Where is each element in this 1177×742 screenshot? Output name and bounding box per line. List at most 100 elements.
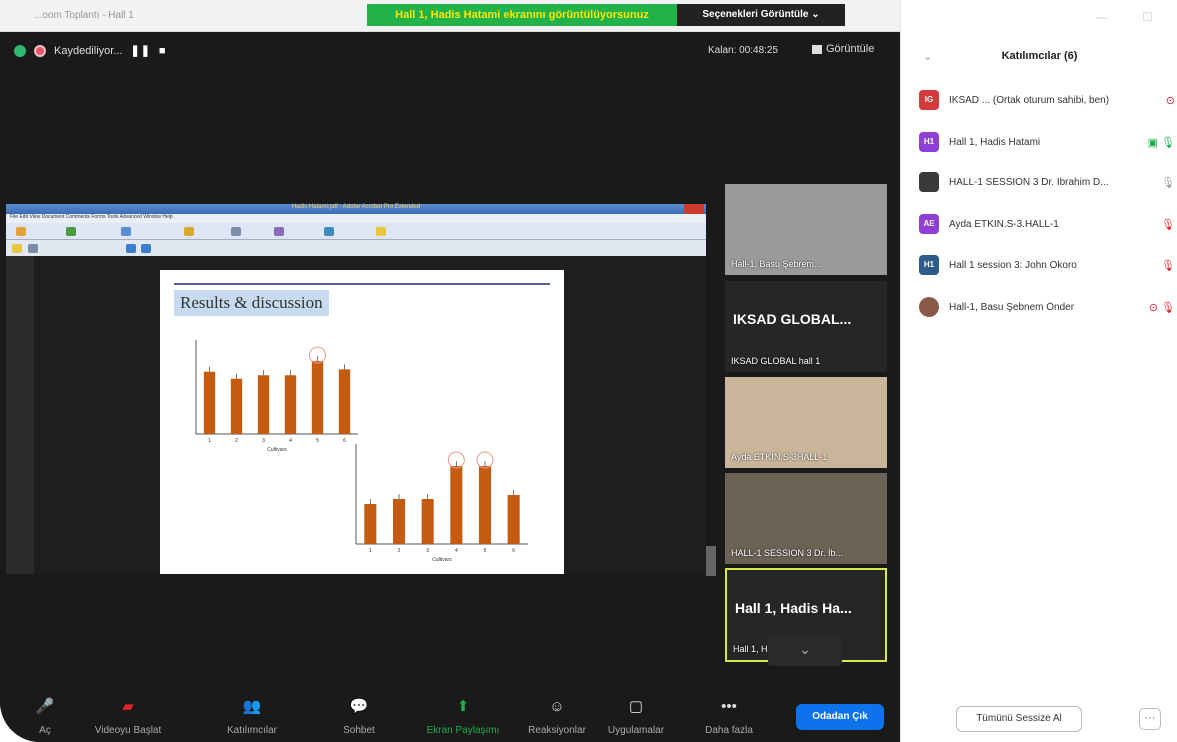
tick-label: 2 (398, 548, 401, 554)
presentation-slide: Results & discussion 1 2 3 4 5 6 Cultivars 1 2 3… (160, 270, 564, 574)
avatar (919, 297, 939, 317)
reactions-button[interactable]: ☺ Reaksiyonlar (512, 697, 602, 736)
more-options-button[interactable]: ··· (1139, 708, 1161, 730)
participant-row[interactable]: AE Ayda ETKİN.S-3.HALL-1 🎙 (919, 212, 1175, 236)
video-tile[interactable]: IKSAD GLOBAL... IKSAD GLOBAL hall 1 (725, 281, 887, 372)
share-screen-icon: ⬆ (456, 698, 470, 715)
panel-title: Katılımcılar (6) (1001, 50, 1078, 62)
avatar: IG (919, 90, 939, 110)
pause-recording-button[interactable]: ❚❚ (130, 44, 150, 57)
bar (230, 378, 243, 434)
participant-row[interactable]: H1 Hall 1, Hadis Hatami ▣ 🎙 (919, 130, 1175, 154)
x-axis-label: Cultivars (432, 557, 452, 563)
meeting-toolbar: 🎤 Aç ▰ Videoyu Başlat 👥 Katılımcılar 💬 Sohbe… (0, 687, 900, 742)
avatar (919, 172, 939, 192)
participant-row[interactable]: HALL-1 SESSION 3 Dr. İbrahim D... 🎙 (919, 170, 1175, 194)
open-folder-icon (12, 244, 22, 253)
stop-recording-button[interactable]: ■ (159, 45, 167, 57)
tick-label: 3 (262, 438, 265, 444)
bar-chart-2: 1 2 3 4 5 6 Cultivars (355, 444, 528, 563)
zoom-window: ...oom Toplantı - Hall 1 Hall 1, Hadis H… (0, 0, 1177, 742)
tile-name: Hall-1, Basu Şebrem... (731, 259, 822, 269)
start-video-button[interactable]: ▰ Videoyu Başlat (83, 697, 173, 736)
shared-screen: Hadis Hatami.pdf - Adobe Acrobat Pro Ext… (6, 204, 716, 576)
unmute-button[interactable]: 🎤 Aç (0, 697, 90, 736)
muted-mic-icon: 🎙 (1161, 218, 1175, 231)
view-button[interactable]: Görüntüle (812, 43, 874, 55)
view-options-button[interactable]: Seçenekleri Görüntüle ⌄ (677, 4, 845, 26)
leave-meeting-button[interactable]: Odadan Çık (796, 704, 884, 730)
muted-mic-icon: 🎤 (35, 698, 55, 715)
panel-resize-handle (706, 546, 716, 576)
window-title: ...oom Toplantı - Hall 1 (34, 10, 134, 21)
prev-page-icon (126, 244, 136, 253)
grid-view-icon (812, 44, 822, 54)
participant-name: Hall-1, Basu Şebnem Önder (949, 301, 1075, 313)
tool-label: Videoyu Başlat (94, 725, 162, 736)
mic-icon: 🎙 (1161, 176, 1175, 189)
apps-icon: ▢ (628, 698, 644, 715)
more-icon: ••• (721, 698, 737, 715)
view-button-label: Görüntüle (826, 43, 875, 55)
acrobat-toolbar (6, 223, 706, 240)
chat-icon: 💬 (349, 698, 369, 715)
acrobat-title-bar: Hadis Hatami.pdf - Adobe Acrobat Pro Ext… (6, 204, 706, 214)
tool-label: Ekran Paylaşımı (426, 725, 500, 736)
combine-icon (66, 227, 76, 236)
tick-label: 1 (369, 548, 372, 554)
secure-icon (184, 227, 194, 236)
recording-icon (34, 44, 46, 57)
tile-big-name: IKSAD GLOBAL... (733, 311, 852, 327)
minimize-icon[interactable]: — (1096, 10, 1108, 24)
reactions-icon: ☺ (549, 698, 565, 715)
tool-label: Reaksiyonlar (528, 725, 586, 736)
video-tile[interactable]: Ayda ETKIN.S-3HALL-1 (725, 377, 887, 468)
x-axis-label: Cultivars (267, 447, 287, 453)
acrobat-close-button (684, 204, 704, 214)
acrobat-nav-toolbar (6, 240, 706, 256)
recording-label: Kaydediliyor... (54, 44, 123, 57)
maximize-icon[interactable]: ☐ (1142, 10, 1153, 24)
participants-panel: — ☐ ⌄ Katılımcılar (6) IG IKSAD ... (Ort… (900, 0, 1177, 742)
participants-button[interactable]: 👥 Katılımcılar (207, 697, 297, 736)
chevron-down-icon[interactable]: ⌄ (768, 634, 842, 666)
video-tile[interactable]: HALL-1 SESSION 3 Dr. İb... (725, 473, 887, 564)
tool-label: Uygulamalar (607, 725, 665, 736)
mute-all-button[interactable]: Tümünü Sessize Al (956, 706, 1082, 732)
muted-mic-icon: ⊙ 🎙 (1148, 301, 1175, 314)
forms-icon (274, 227, 284, 236)
next-page-icon (141, 244, 151, 253)
recording-indicator: Kaydediliyor... ❚❚ ■ (14, 44, 167, 57)
status-icon: ⊙ (1165, 94, 1175, 107)
bar (257, 375, 270, 434)
window-controls: — ☐ (1096, 10, 1153, 24)
tile-name: Ayda ETKIN.S-3HALL-1 (731, 452, 828, 462)
meeting-area: ...oom Toplantı - Hall 1 Hall 1, Hadis H… (0, 0, 900, 742)
muted-mic-icon: 🎙 (1161, 259, 1175, 272)
participant-name: Hall 1, Hadis Hatami (949, 136, 1041, 148)
share-screen-button[interactable]: ⬆ Ekran Paylaşımı (418, 697, 508, 736)
chat-button[interactable]: 💬 Sohbet (314, 697, 404, 736)
video-mic-icon: ▣ 🎙 (1147, 136, 1175, 149)
tile-name: HALL-1 SESSION 3 Dr. İb... (731, 548, 844, 558)
tick-label: 5 (484, 548, 487, 554)
bar (203, 371, 216, 434)
participant-row[interactable]: H1 Hall 1 session 3: John Okoro 🎙 (919, 253, 1175, 277)
tick-label: 2 (235, 438, 238, 444)
bar (311, 361, 324, 434)
security-shield-icon[interactable] (14, 44, 26, 57)
video-off-icon: ▰ (122, 698, 134, 715)
multimedia-icon (324, 227, 334, 236)
participant-row[interactable]: Hall-1, Basu Şebnem Önder ⊙ 🎙 (919, 295, 1175, 319)
time-remaining: Kalan: 00:48:25 (708, 45, 779, 56)
tick-label: 3 (426, 548, 429, 554)
sign-icon (231, 227, 241, 236)
tick-label: 6 (512, 548, 515, 554)
video-tile[interactable]: Hall-1, Basu Şebrem... (725, 184, 887, 275)
tile-big-name: Hall 1, Hadis Ha... (735, 600, 852, 616)
bar (507, 495, 520, 544)
apps-button[interactable]: ▢ Uygulamalar (591, 697, 681, 736)
bar (392, 499, 406, 544)
participant-row[interactable]: IG IKSAD ... (Ortak oturum sahibi, ben) … (919, 88, 1175, 112)
more-button[interactable]: ••• Daha fazla (684, 697, 774, 736)
